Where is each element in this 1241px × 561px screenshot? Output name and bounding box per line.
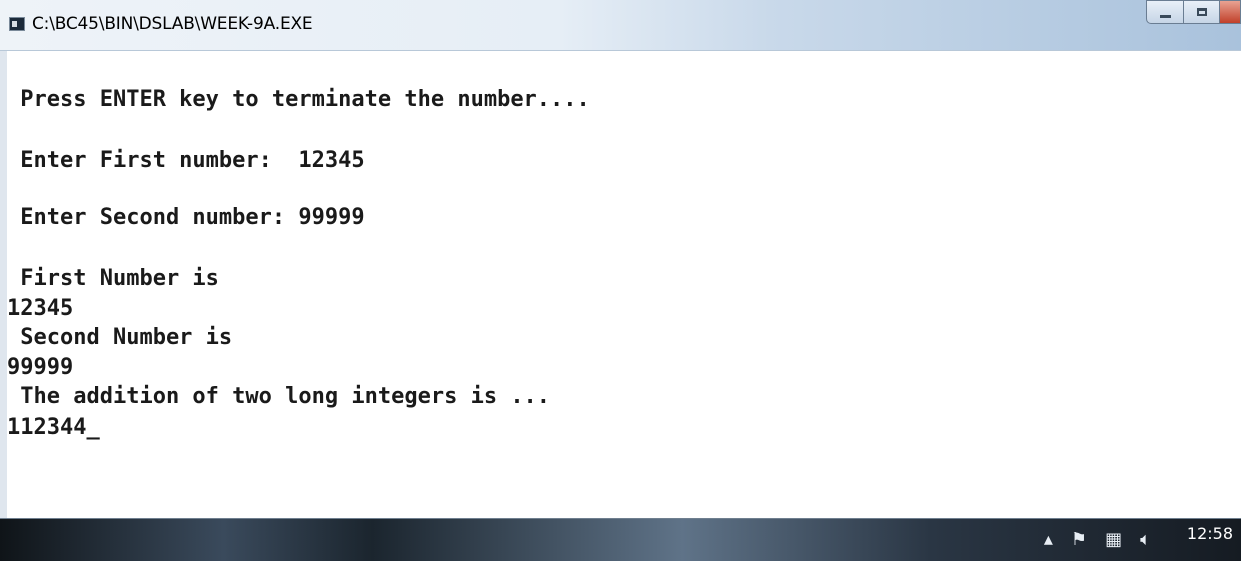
flag-icon[interactable]: ⚑ [1071, 531, 1087, 549]
window-controls [1146, 0, 1241, 26]
close-button[interactable] [1220, 0, 1241, 24]
speaker-icon[interactable]: 🔈︎ [1140, 531, 1151, 549]
taskbar: ▴ ⚑ ▦ 🔈︎ 12:58 [0, 518, 1241, 561]
minimize-icon [1159, 14, 1171, 18]
console-app-icon[interactable] [9, 17, 25, 31]
console-line: First Number is [7, 266, 219, 291]
console-line: 12345 [7, 296, 74, 321]
console-window: C:\BC45\BIN\DSLAB\WEEK-9A.EXE Press ENTE… [0, 0, 1241, 518]
console-line: The addition of two long integers is ... [7, 384, 551, 409]
console-line-with-cursor: 112344 [7, 415, 100, 440]
system-tray: ▴ ⚑ ▦ 🔈︎ 12:58 [1044, 519, 1241, 561]
network-icon[interactable]: ▦ [1105, 531, 1122, 549]
clock[interactable]: 12:58 [1187, 524, 1233, 543]
console-line: Press ENTER key to terminate the number.… [7, 87, 590, 112]
maximize-icon [1196, 8, 1207, 16]
console-line: Enter Second number: 99999 [7, 205, 365, 230]
console-line: Second Number is [7, 325, 233, 350]
console-line: 99999 [7, 355, 74, 380]
title-bar[interactable]: C:\BC45\BIN\DSLAB\WEEK-9A.EXE [0, 0, 1241, 51]
chevron-up-icon[interactable]: ▴ [1044, 531, 1053, 549]
minimize-button[interactable] [1146, 0, 1184, 24]
console-output[interactable]: Press ENTER key to terminate the number.… [0, 51, 1241, 518]
console-line: Enter First number: 12345 [7, 148, 365, 173]
maximize-button[interactable] [1184, 0, 1220, 24]
window-title: C:\BC45\BIN\DSLAB\WEEK-9A.EXE [32, 14, 313, 34]
console-text: Press ENTER key to terminate the number.… [7, 51, 590, 440]
